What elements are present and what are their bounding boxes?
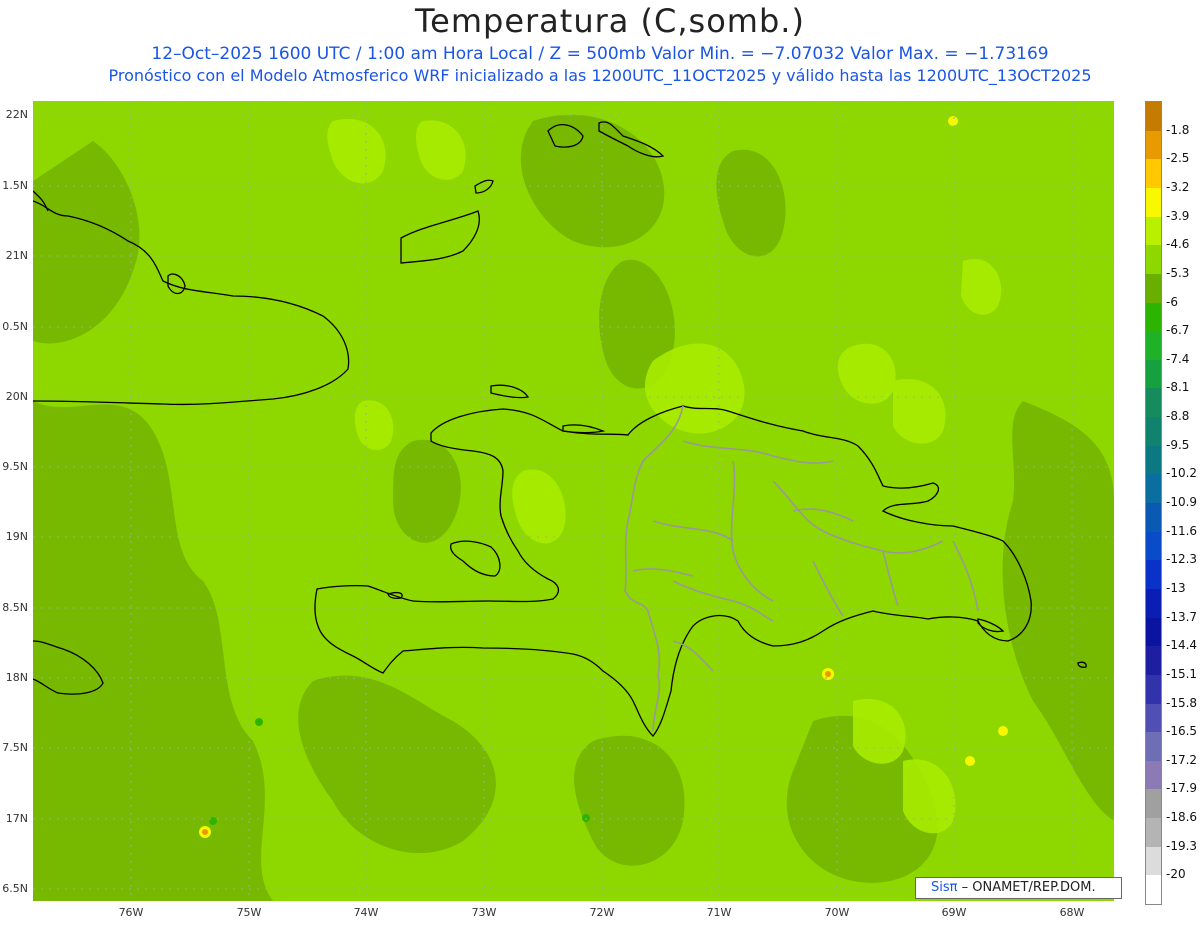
colorbar-label: -8.8: [1166, 409, 1190, 424]
colorbar-swatch: [1146, 216, 1161, 246]
isla-north-5: [490, 384, 530, 399]
colorbar-swatch: [1146, 674, 1161, 704]
colorbar-label: -13.7: [1166, 609, 1198, 624]
colorbar-label: -15.8: [1166, 695, 1198, 710]
colorbar-swatch: [1146, 331, 1161, 361]
colorbar-label: -10.2: [1166, 466, 1198, 481]
cold-shading: [33, 114, 1114, 901]
credit-box: Sisπ – ONAMET/REP.DOM.: [915, 877, 1122, 899]
saona: [977, 618, 1005, 633]
colorbar: [1145, 101, 1162, 905]
lat-label-21-5n: 1.5N: [2, 179, 28, 192]
colorbar-swatch: [1146, 703, 1161, 733]
colorbar-swatch: [1146, 417, 1161, 447]
colorbar-swatch: [1146, 617, 1161, 647]
colorbar-swatch: [1146, 302, 1161, 332]
lat-label-21n: 21N: [5, 249, 28, 262]
colorbar-swatch: [1146, 846, 1161, 876]
isla-north-2: [474, 179, 494, 194]
colorbar-swatch: [1146, 474, 1161, 504]
credit-text: – ONAMET/REP.DOM.: [957, 880, 1096, 895]
map-subtitle-date: 12–Oct–2025 1600 UTC / 1:00 am Hora Loca…: [151, 44, 1049, 64]
lat-label-18-5n: 8.5N: [2, 601, 28, 614]
colorbar-swatch: [1146, 646, 1161, 676]
colorbar-label: -2.5: [1166, 151, 1190, 166]
lat-label-16-5n: 6.5N: [2, 882, 28, 895]
lon-label-75w: 75W: [236, 906, 262, 919]
colorbar-label: -10.9: [1166, 495, 1198, 509]
temperature-map: [33, 101, 1114, 901]
colorbar-label: -19.3: [1166, 838, 1198, 853]
colorbar-swatch: [1146, 875, 1161, 905]
colorbar-swatch: [1146, 503, 1161, 532]
colorbar-label: -18.6: [1166, 810, 1198, 825]
colorbar-label: -9.5: [1166, 437, 1190, 452]
colorbar-label: -16.5: [1166, 724, 1198, 739]
colorbar-swatch: [1146, 445, 1161, 475]
colorbar-label: -6: [1166, 294, 1178, 309]
lat-label-18n: 18N: [5, 671, 28, 684]
colorbar-label: -1.8: [1166, 122, 1190, 137]
colorbar-swatch: [1146, 560, 1161, 590]
colorbar-label: -4.6: [1166, 237, 1190, 252]
lon-label-74w: 74W: [353, 906, 379, 919]
colorbar-swatch: [1146, 187, 1161, 217]
lat-label-17-5n: 7.5N: [2, 741, 28, 754]
colorbar-label: -11.6: [1166, 523, 1198, 538]
lat-label-17n: 17N: [5, 812, 28, 825]
gonave-island: [449, 540, 501, 577]
colorbar-label: -17.9: [1166, 781, 1198, 796]
map-subtitle-model: Pronóstico con el Modelo Atmosferico WRF…: [108, 66, 1092, 85]
lon-label-70w: 70W: [824, 906, 850, 919]
lat-label-19-5n: 9.5N: [2, 460, 28, 473]
colorbar-label: -20: [1166, 867, 1186, 882]
colorbar-swatch: [1146, 732, 1161, 762]
isla-north-1: [400, 210, 480, 264]
tortuga: [562, 424, 606, 434]
colorbar-swatch: [1146, 789, 1161, 819]
colorbar-label: -5.3: [1166, 265, 1190, 280]
colorbar-label: -3.9: [1166, 208, 1190, 223]
colorbar-swatch: [1146, 273, 1161, 303]
colorbar-swatch: [1146, 388, 1161, 418]
map-canvas: [33, 101, 1114, 901]
lat-label-20-5n: 0.5N: [2, 320, 28, 333]
colorbar-label: -6.7: [1166, 323, 1190, 338]
lat-label-22n: 22N: [5, 108, 28, 121]
province-borders: [624, 405, 979, 732]
lat-label-19n: 19N: [5, 530, 28, 543]
colorbar-label: -15.1: [1166, 666, 1198, 681]
colorbar-label: -3.2: [1166, 179, 1190, 194]
colorbar-label: -14.4: [1166, 638, 1198, 653]
lon-label-71w: 71W: [706, 906, 732, 919]
lon-label-76w: 76W: [118, 906, 144, 919]
lon-label-72w: 72W: [589, 906, 615, 919]
colorbar-swatch: [1146, 588, 1161, 618]
lat-label-20n: 20N: [5, 390, 28, 403]
colorbar-swatch: [1146, 245, 1161, 275]
colorbar-label: -17.2: [1166, 752, 1198, 767]
colorbar-label: -12.3: [1166, 552, 1198, 567]
colorbar-swatch: [1146, 130, 1161, 160]
lon-label-68w: 68W: [1059, 906, 1085, 919]
colorbar-swatch: [1146, 102, 1161, 131]
colorbar-swatch: [1146, 359, 1161, 389]
colorbar-label: -8.1: [1166, 380, 1190, 395]
colorbar-swatch: [1146, 159, 1161, 189]
credit-brand: Sisπ: [931, 880, 958, 895]
colorbar-swatch: [1146, 760, 1161, 790]
colorbar-swatch: [1146, 531, 1161, 561]
lon-label-69w: 69W: [941, 906, 967, 919]
colorbar-swatch: [1146, 818, 1161, 848]
lon-label-73w: 73W: [471, 906, 497, 919]
colorbar-label: -13: [1166, 580, 1186, 595]
colorbar-label: -7.4: [1166, 351, 1190, 366]
map-title: Temperatura (C,somb.): [415, 2, 805, 40]
